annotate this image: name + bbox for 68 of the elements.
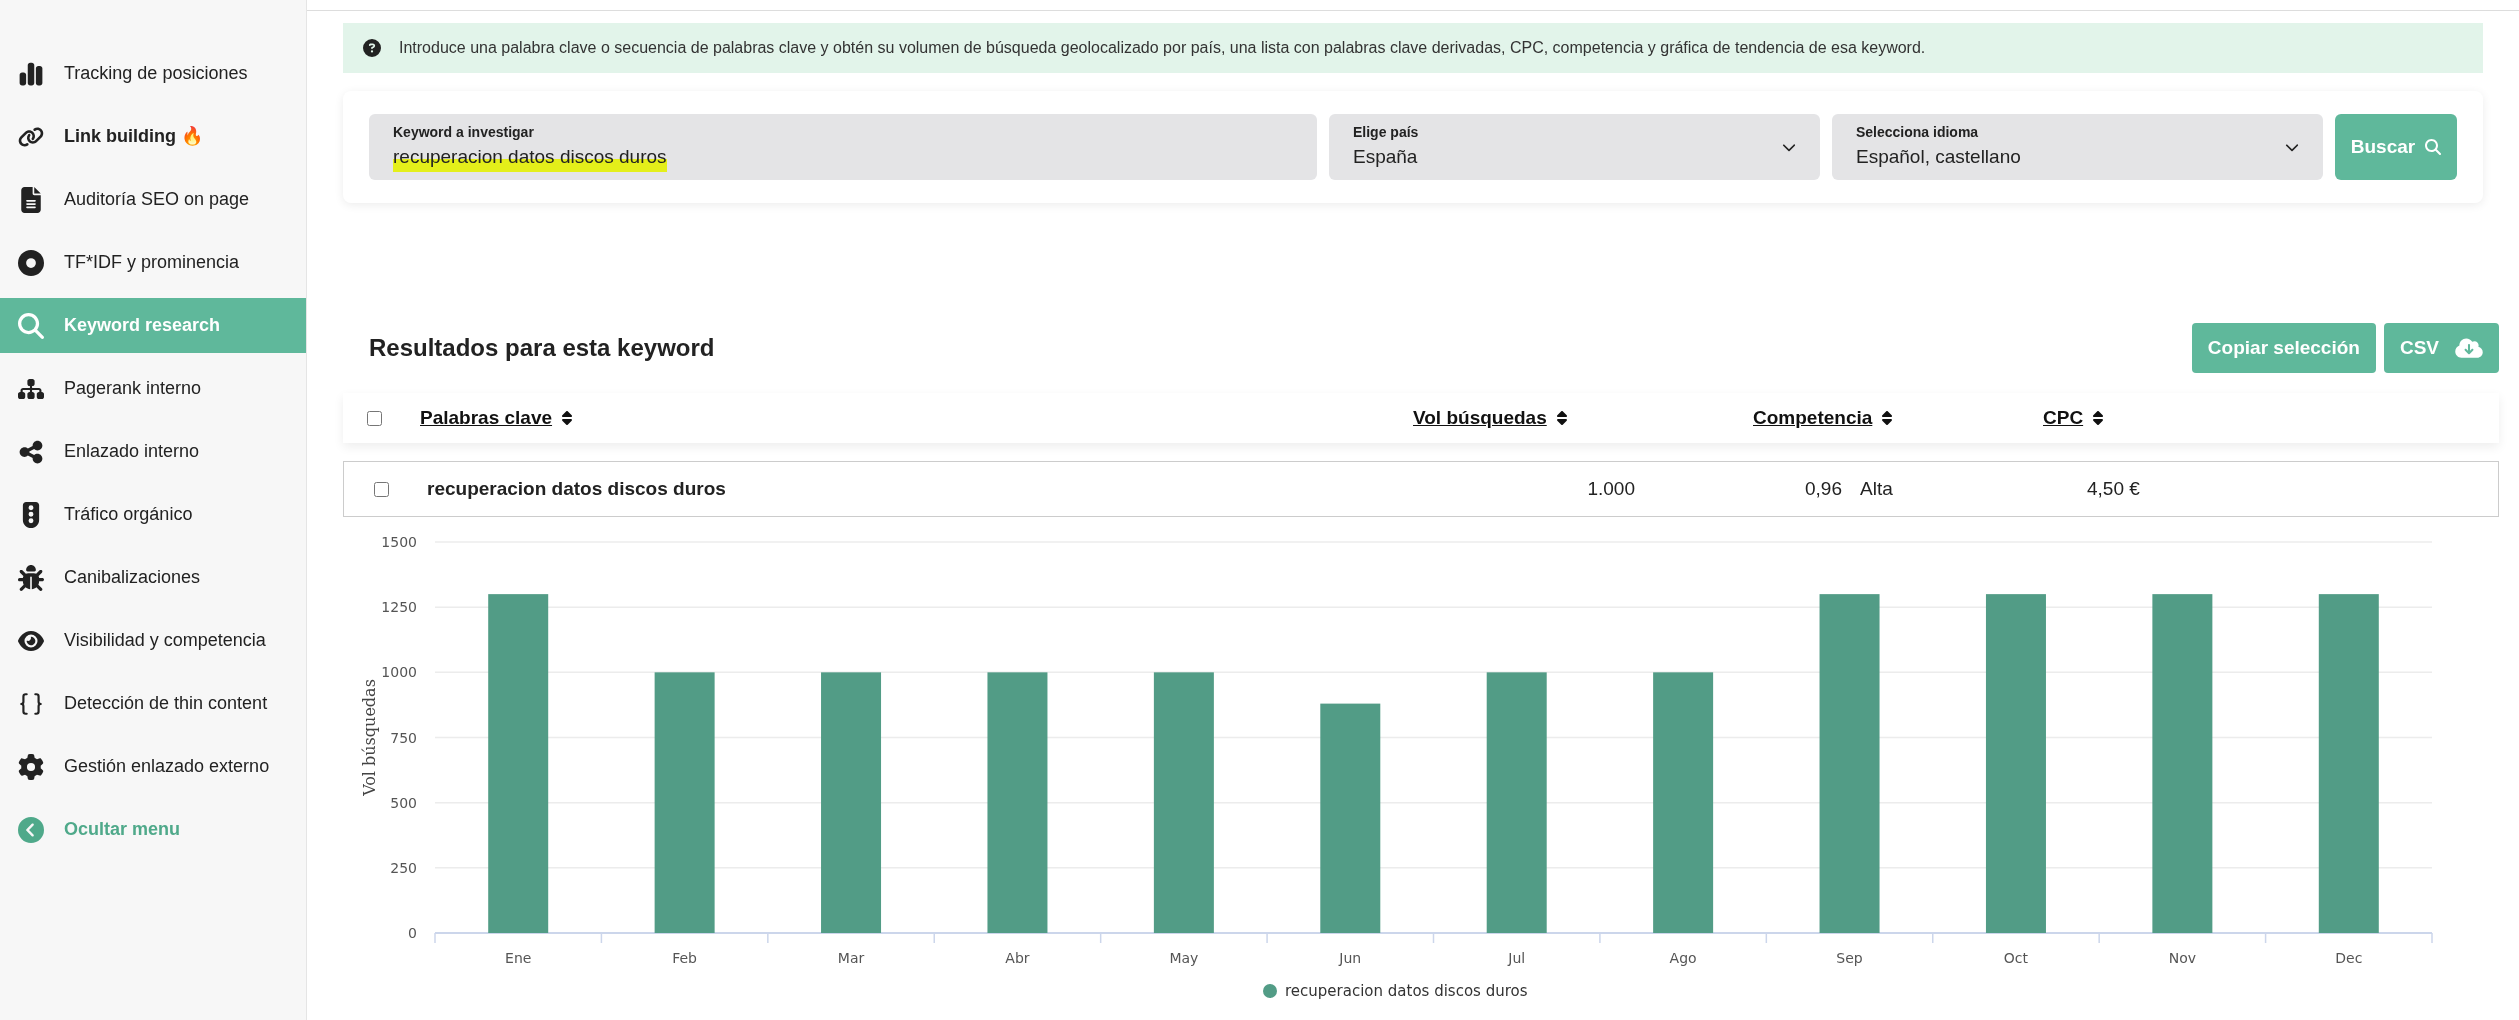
select-all-checkbox[interactable] [367, 410, 382, 426]
field-value: Español, castellano [1856, 145, 2022, 170]
gear-icon [18, 753, 44, 780]
legend-label: recuperacion datos discos duros [1285, 982, 1528, 1000]
y-axis-title: Vol búsquedas [360, 679, 379, 796]
country-select[interactable]: Elige país España [1329, 114, 1820, 180]
y-tick-label: 1500 [381, 534, 417, 550]
sidebar-item[interactable]: Pagerank interno [0, 361, 306, 416]
y-tick-label: 250 [390, 859, 417, 876]
y-tick-label: 1000 [381, 664, 417, 681]
sidebar-item[interactable]: Enlazado interno [0, 424, 306, 479]
x-tick-label: Jul [1508, 950, 1526, 966]
field-label: Selecciona idioma [1856, 123, 1980, 143]
sort-icon [1880, 410, 1895, 426]
field-value: España [1353, 145, 1419, 170]
bug-icon [18, 564, 44, 591]
keyword-cell-text: recuperacion datos discos duros [427, 476, 727, 501]
sidebar-item[interactable]: Canibalizaciones [0, 550, 306, 605]
column-header[interactable]: CPC [2043, 403, 2106, 433]
column-header[interactable]: Vol búsquedas [1413, 403, 1569, 433]
field-label: Keyword a investigar [393, 123, 535, 143]
y-tick-label: 500 [390, 794, 417, 811]
document-icon [18, 186, 44, 213]
x-tick-label: Nov [2168, 950, 2197, 966]
x-tick-label: Sep [1836, 950, 1863, 966]
search-icon [2425, 139, 2442, 155]
sort-icon [2091, 410, 2106, 426]
collapse-icon [18, 816, 44, 843]
x-tick-label: Jun [1339, 950, 1362, 966]
sidebar-item[interactable]: TF*IDF y prominencia [0, 235, 306, 290]
x-tick-label: Abr [1005, 950, 1030, 966]
sort-icon [560, 410, 575, 426]
magnifier-icon [18, 312, 44, 339]
info-text: Introduce una palabra clave o secuencia de palabras clave y obtén su volumen de búsqueda geolocalizado por país, una lista con palabras clave derivadas, CPC, competencia y gráfica de tendencia de esa keyword. [399, 38, 1926, 58]
cpc-cell: 4,50 € [2087, 477, 2140, 499]
results-title: Resultados para esta keyword [369, 333, 715, 363]
sidebar-item[interactable]: Link building 🔥 [0, 109, 306, 164]
x-tick-label: May [1169, 950, 1199, 966]
braces-icon [18, 690, 44, 717]
sidebar-item[interactable]: Auditoría SEO on page [0, 172, 306, 227]
y-tick-label: 0 [408, 925, 417, 941]
column-header[interactable]: Competencia [1753, 403, 1895, 433]
x-tick-label: Ago [1669, 950, 1697, 966]
column-header[interactable]: Palabras clave [420, 403, 575, 433]
legend-dot [1263, 984, 1277, 998]
network-icon [18, 438, 44, 465]
sidebar-item[interactable]: Tracking de posiciones [0, 46, 306, 101]
competition-cell-text: 0,96 [1804, 476, 1842, 501]
y-tick-label: 1250 [381, 599, 417, 616]
sidebar-item[interactable]: Tráfico orgánico [0, 487, 306, 542]
field-label: Elige país [1353, 123, 1420, 143]
x-tick-label: Mar [837, 950, 865, 966]
language-select[interactable]: Selecciona idioma Español, castellano [1832, 114, 2323, 180]
sidebar-item[interactable]: Visibilidad y competencia [0, 613, 306, 668]
x-tick-label: Ene [505, 950, 532, 966]
sidebar-item[interactable]: Gestión enlazado externo [0, 739, 306, 794]
help-icon [363, 39, 381, 57]
sidebar-item[interactable]: Detección de thin content [0, 676, 306, 731]
competition-level-cell-text: Alta [1860, 476, 1893, 501]
x-tick-label: Oct [2003, 950, 2029, 966]
row-checkbox[interactable] [374, 481, 389, 497]
x-tick-label: Feb [672, 950, 697, 966]
volume-cell-text: 1.000 [1587, 476, 1635, 501]
sort-icon [1554, 410, 1569, 426]
bar-chart-icon [18, 60, 44, 87]
cloud-download-icon [2455, 337, 2483, 359]
x-tick-label: Dec [2335, 950, 2363, 966]
y-tick-label: 750 [390, 729, 417, 746]
